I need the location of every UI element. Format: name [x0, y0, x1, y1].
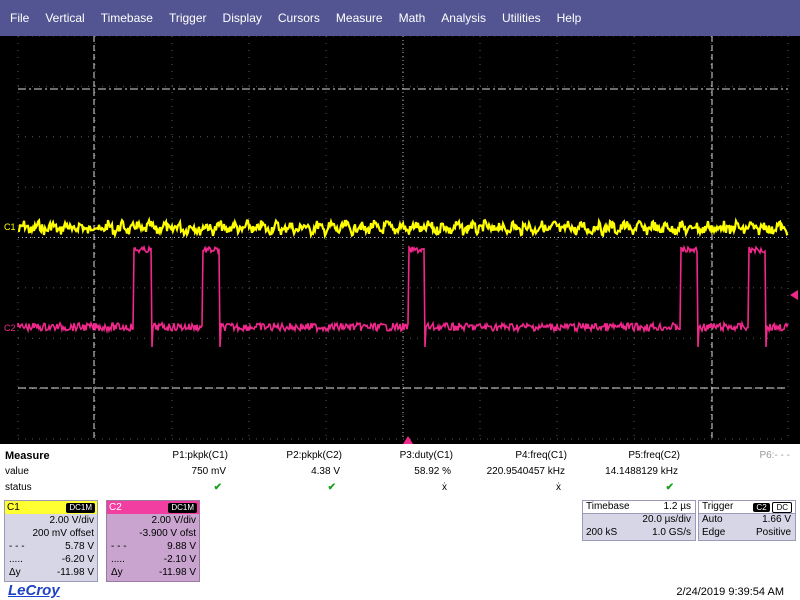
measure-param-4-name[interactable]: P4:freq(C1)	[515, 450, 567, 461]
measure-param-6-name[interactable]: P6:- - -	[759, 450, 790, 461]
measure-param-4-value: 220.9540457 kHz	[486, 466, 565, 477]
menu-cursors[interactable]: Cursors	[270, 11, 328, 25]
channel-1-cursor-2-value: -6.20 V	[61, 554, 94, 565]
timebase-rate: 1.0 GS/s	[652, 527, 691, 538]
channel-1-delta: Δy -11.98 V	[5, 566, 97, 579]
channel-2-cursor-1-value: 9.88 V	[167, 541, 196, 552]
timebase-descriptor[interactable]: Timebase 1.2 µs 20.0 µs/div 200 kS 1.0 G…	[582, 500, 696, 541]
waveform-display[interactable]: C1 C2	[0, 36, 800, 444]
channel-1-delta-label: Δy	[9, 567, 21, 578]
trigger-title: Trigger	[702, 501, 734, 512]
measure-param-3-value: 58.92 %	[414, 466, 451, 477]
menu-analysis[interactable]: Analysis	[433, 11, 494, 25]
measure-param-3-warning-icon: ẋ	[442, 482, 447, 493]
menu-utilities[interactable]: Utilities	[494, 11, 549, 25]
channel-1-header: C1 DC1M	[5, 501, 97, 514]
trigger-type: Edge	[702, 527, 726, 538]
channel-1-cursor-2: ..... -6.20 V	[5, 553, 97, 566]
cursor-2-icon: .....	[111, 554, 125, 565]
measure-param-5-name[interactable]: P5:freq(C2)	[628, 450, 680, 461]
channel-2-descriptor[interactable]: C2 DC1M 2.00 V/div -3.900 V ofst - - - 9.…	[106, 500, 200, 582]
trigger-coupling-badge: DC	[772, 502, 792, 513]
trigger-source-badge: C2	[753, 503, 770, 512]
measure-param-5-value: 14.1488129 kHz	[605, 466, 678, 477]
channel-2-delta-label: Δy	[111, 567, 123, 578]
channel-1-trace	[17, 216, 789, 240]
timebase-tdiv: 20.0 µs/div	[642, 514, 691, 525]
measure-status-label: status	[5, 482, 32, 493]
trigger-level: 1.66 V	[762, 514, 791, 525]
menu-trigger[interactable]: Trigger	[161, 11, 215, 25]
measure-title: Measure	[5, 450, 50, 462]
menu-timebase[interactable]: Timebase	[93, 11, 161, 25]
timebase-tdiv-row: 20.0 µs/div	[583, 514, 695, 527]
channel-1-vdiv: 2.00 V/div	[49, 515, 94, 526]
channel-2-cursor-2: ..... -2.10 V	[107, 553, 199, 566]
channel-1-cursor-1: - - - 5.78 V	[5, 540, 97, 553]
measure-param-1-name[interactable]: P1:pkpk(C1)	[172, 450, 228, 461]
measure-param-2-name[interactable]: P2:pkpk(C2)	[286, 450, 342, 461]
trigger-position-marker	[403, 436, 413, 444]
menu-vertical[interactable]: Vertical	[37, 11, 92, 25]
timebase-rate-row: 200 kS 1.0 GS/s	[583, 527, 695, 540]
trigger-type-row: Edge Positive	[699, 527, 795, 540]
measure-param-4-warning-icon: ẋ	[556, 482, 561, 493]
menu-help[interactable]: Help	[549, 11, 590, 25]
channel-1-cursor-1-value: 5.78 V	[65, 541, 94, 552]
trigger-level-marker	[790, 290, 798, 300]
trigger-badges: C2 DC	[753, 502, 792, 513]
channel-2-header: C2 DC1M	[107, 501, 199, 514]
measure-param-1-check-icon: ✔	[213, 482, 222, 493]
menu-bar: File Vertical Timebase Trigger Display Cursor…	[0, 0, 800, 36]
channel-1-name: C1	[7, 502, 20, 513]
channel-1-offset: 200 mV offset	[32, 528, 94, 539]
menu-display[interactable]: Display	[215, 11, 270, 25]
channel-2-name: C2	[109, 502, 122, 513]
waveform-grid: C1 C2	[4, 36, 798, 444]
cursor-1-icon: - - -	[9, 541, 25, 552]
channel-1-descriptor[interactable]: C1 DC1M 2.00 V/div 200 mV offset - - - 5.…	[4, 500, 98, 582]
channel-2-cursor-2-value: -2.10 V	[163, 554, 196, 565]
menu-file[interactable]: File	[2, 11, 37, 25]
channel-1-delta-value: -11.98 V	[56, 567, 94, 578]
menu-math[interactable]: Math	[391, 11, 434, 25]
timebase-header: Timebase 1.2 µs	[583, 501, 695, 514]
measure-panel: Measure P1:pkpk(C1) P2:pkpk(C2) P3:duty(C1…	[0, 444, 800, 500]
trigger-mode-row: Auto 1.66 V	[699, 514, 795, 527]
timestamp: 2/24/2019 9:39:54 AM	[676, 586, 784, 598]
trigger-mode: Auto	[702, 514, 723, 525]
channel-2-coupling-badge: DC1M	[168, 502, 197, 513]
channel-2-offset: -3.900 V ofst	[139, 528, 196, 539]
channel-2-delta: Δy -11.98 V	[107, 566, 199, 579]
cursor-1-icon: - - -	[111, 541, 127, 552]
timebase-delay: 1.2 µs	[663, 501, 691, 512]
trigger-descriptor[interactable]: Trigger C2 DC Auto 1.66 V Edge Positive	[698, 500, 796, 541]
timebase-samples: 200 kS	[586, 527, 618, 538]
channel-2-cursor-1: - - - 9.88 V	[107, 540, 199, 553]
measure-param-2-check-icon: ✔	[327, 482, 336, 493]
timebase-title: Timebase	[586, 501, 630, 512]
channel-1-coupling-badge: DC1M	[66, 502, 95, 513]
measure-value-label: value	[5, 466, 29, 477]
channel-2-delta-value: -11.98 V	[158, 567, 196, 578]
measure-param-1-value: 750 mV	[191, 466, 226, 477]
trigger-header: Trigger C2 DC	[699, 501, 795, 514]
channel-2-vdiv: 2.00 V/div	[151, 515, 196, 526]
channel-1-marker: C1	[4, 222, 16, 232]
lecroy-logo: LeCroy	[8, 582, 60, 599]
menu-measure[interactable]: Measure	[328, 11, 391, 25]
trigger-slope: Positive	[755, 527, 791, 538]
bottom-panel: C1 DC1M 2.00 V/div 200 mV offset - - - 5.…	[0, 500, 800, 600]
measure-param-3-name[interactable]: P3:duty(C1)	[400, 450, 453, 461]
cursor-2-icon: .....	[9, 554, 23, 565]
channel-2-marker: C2	[4, 323, 16, 333]
measure-param-5-check-icon: ✔	[665, 482, 674, 493]
measure-param-2-value: 4.38 V	[311, 466, 340, 477]
